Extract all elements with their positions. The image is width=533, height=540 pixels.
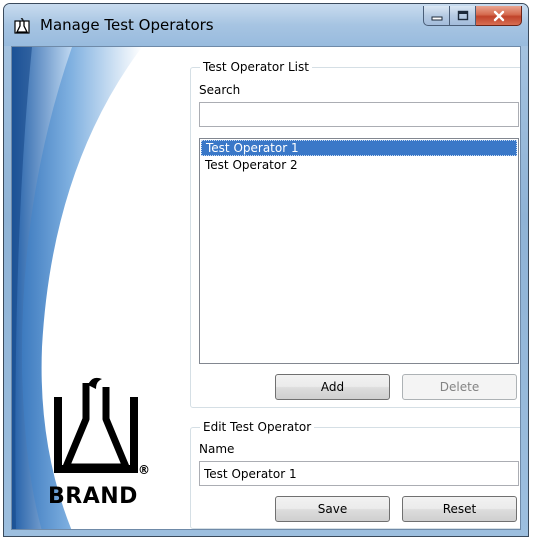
test-operator-listbox[interactable]: Test Operator 1 Test Operator 2 [199,138,519,364]
reset-button-label: Reset [442,502,477,516]
title-bar[interactable]: Manage Test Operators [4,4,528,46]
manage-test-operators-window: Manage Test Operators BRAND ® Test Opera… [3,3,529,537]
registered-mark: ® [138,463,150,477]
test-operator-list-legend: Test Operator List [200,60,312,74]
reset-button[interactable]: Reset [402,496,517,522]
brand-logo-text: BRAND [48,484,158,509]
brand-flask-icon [14,18,30,34]
brand-name: BRAND [48,484,138,509]
edit-test-operator-legend: Edit Test Operator [200,420,315,434]
maximize-icon [457,10,468,21]
save-button-label: Save [317,502,348,516]
minimize-button[interactable] [423,6,450,26]
list-item-label: Test Operator 2 [205,158,298,172]
name-label: Name [199,442,235,456]
search-label: Search [199,83,241,97]
save-button[interactable]: Save [275,496,390,522]
window-title: Manage Test Operators [40,16,214,34]
close-icon [493,10,504,21]
list-item-test-operator-2[interactable]: Test Operator 2 [201,157,517,173]
search-input[interactable] [199,102,519,127]
list-item-label: Test Operator 1 [206,141,299,155]
edit-test-operator-group: Edit Test Operator Name Save Reset [190,420,520,529]
delete-button-label: Delete [439,380,480,394]
list-item-test-operator-1[interactable]: Test Operator 1 [201,140,517,156]
client-area: BRAND ® Test Operator List Search Test O… [11,46,521,530]
test-operator-list-group: Test Operator List Search Test Operator … [190,60,520,408]
add-button-label: Add [320,380,345,394]
add-button[interactable]: Add [275,374,390,400]
minimize-icon [431,16,442,20]
name-input[interactable] [199,461,519,486]
maximize-button[interactable] [450,6,476,26]
caption-buttons [423,6,522,26]
delete-button[interactable]: Delete [402,374,517,400]
close-button[interactable] [476,6,522,26]
